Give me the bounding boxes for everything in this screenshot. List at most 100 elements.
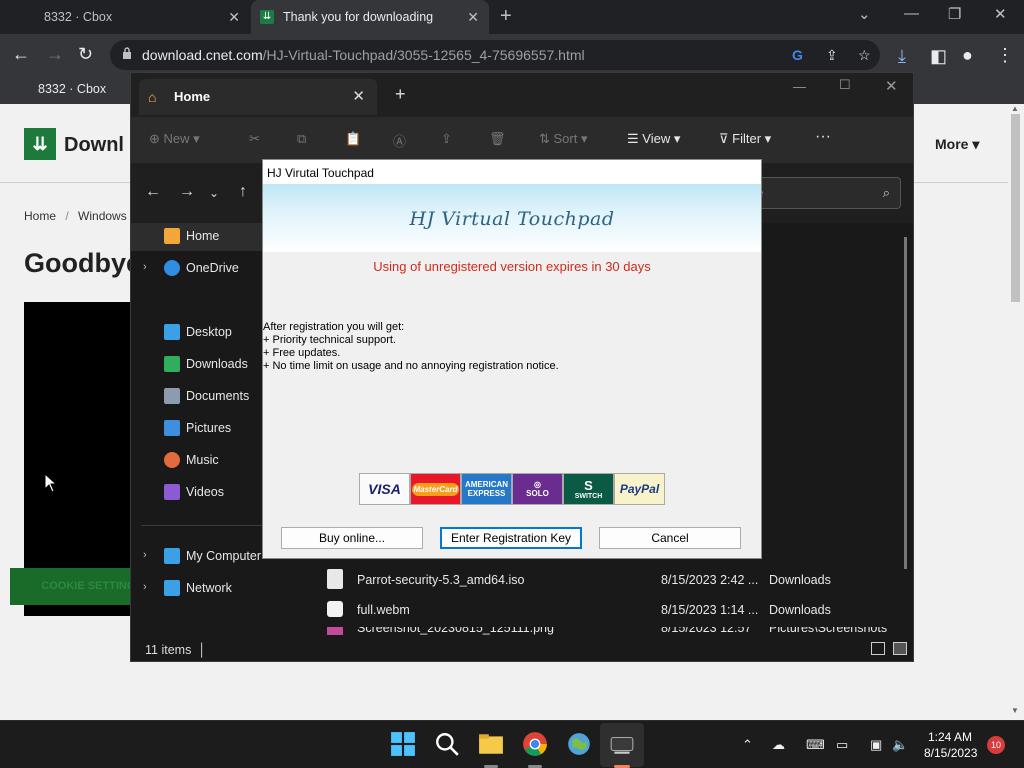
back-icon[interactable]: ← <box>12 44 30 65</box>
file-row[interactable]: Screenshot_20230815_125111.png 8/15/2023… <box>321 627 911 635</box>
new-tab-button[interactable]: + <box>500 5 512 28</box>
breadcrumb-home[interactable]: Home <box>24 209 56 223</box>
chevron-right-icon[interactable]: › <box>143 581 147 593</box>
switch-logo: S SWITCH <box>563 473 614 505</box>
details-view-icon[interactable] <box>871 642 885 655</box>
clock-time[interactable]: 1:24 AM <box>928 730 972 744</box>
picture-icon <box>164 420 180 436</box>
paste-icon[interactable]: 📋 <box>345 131 361 147</box>
menu-icon[interactable]: ⋮ <box>996 45 1014 66</box>
scroll-up-icon[interactable]: ▲ <box>1011 104 1019 113</box>
sort-button[interactable]: ⇅ Sort ▾ <box>539 131 588 147</box>
benefit-item: + Free updates. <box>263 347 341 359</box>
touchpad-app-icon[interactable] <box>609 731 635 757</box>
document-icon <box>164 388 180 404</box>
volume-icon[interactable]: 🔈 <box>892 737 908 753</box>
explorer-tab-home[interactable]: ⌂ Home ✕ <box>139 79 377 115</box>
maximize-icon[interactable]: ☐ <box>839 77 851 93</box>
keyboard-icon[interactable]: ⌨ <box>806 737 825 753</box>
tiles-view-icon[interactable] <box>893 642 907 655</box>
paypal-logo: PayPal <box>614 473 665 505</box>
close-tab-icon[interactable]: ✕ <box>228 9 240 26</box>
clock-date[interactable]: 8/15/2023 <box>924 746 977 760</box>
scroll-down-icon[interactable]: ▼ <box>1011 706 1019 715</box>
chevron-right-icon[interactable]: › <box>143 549 147 561</box>
dialog-titlebar: HJ Virutal Touchpad <box>263 160 761 184</box>
network-icon[interactable]: ▣ <box>870 737 882 753</box>
display-icon[interactable]: ▭ <box>836 737 848 753</box>
download-icon <box>164 356 180 372</box>
solo-logo: ◎ SOLO <box>512 473 563 505</box>
video-file-icon <box>327 601 343 617</box>
chrome-icon[interactable] <box>522 731 548 757</box>
close-window-icon[interactable]: ✕ <box>885 77 898 95</box>
up-icon[interactable]: ↑ <box>239 183 247 201</box>
file-row[interactable]: full.webm 8/15/2023 1:14 ... Downloads <box>321 597 911 625</box>
breadcrumb-windows[interactable]: Windows <box>78 209 127 223</box>
view-button[interactable]: ☰ View ▾ <box>627 131 680 147</box>
browser-tab-cbox[interactable]: 8332 · Cbox ✕ <box>0 0 250 34</box>
scrollbar-thumb[interactable] <box>1011 114 1020 302</box>
new-button[interactable]: ⊕ New ▾ <box>149 131 200 147</box>
minimize-icon[interactable]: — <box>793 79 806 94</box>
tab-title: Thank you for downloading HJ V <box>283 10 433 24</box>
cut-icon[interactable]: ✂ <box>249 131 260 147</box>
share-icon[interactable]: ⇪ <box>441 131 452 147</box>
file-explorer-icon[interactable] <box>478 731 504 757</box>
tab-search-icon[interactable]: ⌄ <box>858 5 871 23</box>
address-bar[interactable]: download.cnet.com/HJ-Virtual-Touchpad/30… <box>110 40 880 70</box>
close-tab-icon[interactable]: ✕ <box>352 87 365 105</box>
reload-icon[interactable]: ↻ <box>78 44 93 65</box>
more-options-icon[interactable]: ··· <box>815 128 831 146</box>
download-icon[interactable]: ⤓ <box>898 46 906 67</box>
bookmark-star-icon[interactable]: ☆ <box>858 47 871 64</box>
file-row[interactable]: Parrot-security-5.3_amd64.iso 8/15/2023 … <box>321 567 911 595</box>
close-tab-icon[interactable]: ✕ <box>467 9 479 26</box>
benefits-list: After registration you will get: + Prior… <box>263 321 559 373</box>
forward-icon[interactable]: → <box>46 44 64 65</box>
chevron-up-icon[interactable]: ⌃ <box>742 737 753 753</box>
explorer-status-bar: 11 items │ <box>131 637 913 661</box>
windows-start-icon[interactable] <box>390 731 416 757</box>
enter-registration-key-button[interactable]: Enter Registration Key <box>440 527 582 549</box>
globe-app-icon[interactable] <box>566 731 592 757</box>
search-icon[interactable] <box>434 731 460 757</box>
back-icon[interactable]: ← <box>145 183 161 201</box>
browser-toolbar: ← → ↻ download.cnet.com/HJ-Virtual-Touch… <box>0 34 1024 76</box>
explorer-new-tab-button[interactable]: + <box>395 84 406 105</box>
browser-tab-active[interactable]: ⇊ Thank you for downloading HJ V ✕ <box>251 0 489 34</box>
onedrive-tray-icon[interactable]: ☁ <box>772 737 785 753</box>
profile-icon[interactable]: ● <box>962 45 973 66</box>
forward-icon[interactable]: → <box>179 183 195 201</box>
breadcrumb: Home / Windows <box>24 209 127 223</box>
more-menu[interactable]: More ▾ <box>935 136 979 153</box>
delete-icon[interactable]: 🗑 <box>489 131 506 147</box>
google-icon[interactable]: G <box>792 47 803 63</box>
chevron-right-icon[interactable]: › <box>143 261 147 273</box>
share-icon[interactable]: ⇪ <box>826 47 838 64</box>
video-icon <box>164 484 180 500</box>
side-panel-icon[interactable]: ◧ <box>930 46 947 67</box>
bookmark-cbox[interactable]: 8332 · Cbox <box>38 82 106 96</box>
page-scrollbar[interactable]: ▲ ▼ <box>1008 104 1024 720</box>
buy-online-button[interactable]: Buy online... <box>281 527 423 549</box>
notification-badge[interactable]: 10 <box>987 736 1005 754</box>
cancel-button[interactable]: Cancel <box>599 527 741 549</box>
sidebar-item-network[interactable]: › Network <box>131 575 291 603</box>
restore-icon[interactable]: ❐ <box>948 5 961 23</box>
site-logo-text[interactable]: Downl <box>64 134 124 157</box>
benefit-item: + Priority technical support. <box>263 334 396 346</box>
payment-methods: VISA MasterCard AMERICAN EXPRESS ◎ SOLO SS… <box>359 473 665 505</box>
explorer-scrollbar[interactable] <box>904 237 907 569</box>
banner-title: HJ Virtual Touchpad <box>409 208 615 230</box>
benefits-header: After registration you will get: <box>263 321 405 333</box>
minimize-icon[interactable]: — <box>904 5 919 22</box>
mastercard-logo: MasterCard <box>410 473 461 505</box>
copy-icon[interactable]: ⧉ <box>297 131 306 147</box>
visa-logo: VISA <box>359 473 410 505</box>
rename-icon[interactable]: Ⓐ <box>393 131 406 150</box>
close-window-icon[interactable]: ✕ <box>994 5 1007 23</box>
cnet-logo-icon[interactable]: ⇊ <box>24 128 56 160</box>
recent-locations-icon[interactable]: ⌄ <box>209 186 219 200</box>
filter-button[interactable]: ⊽ Filter ▾ <box>719 131 771 147</box>
